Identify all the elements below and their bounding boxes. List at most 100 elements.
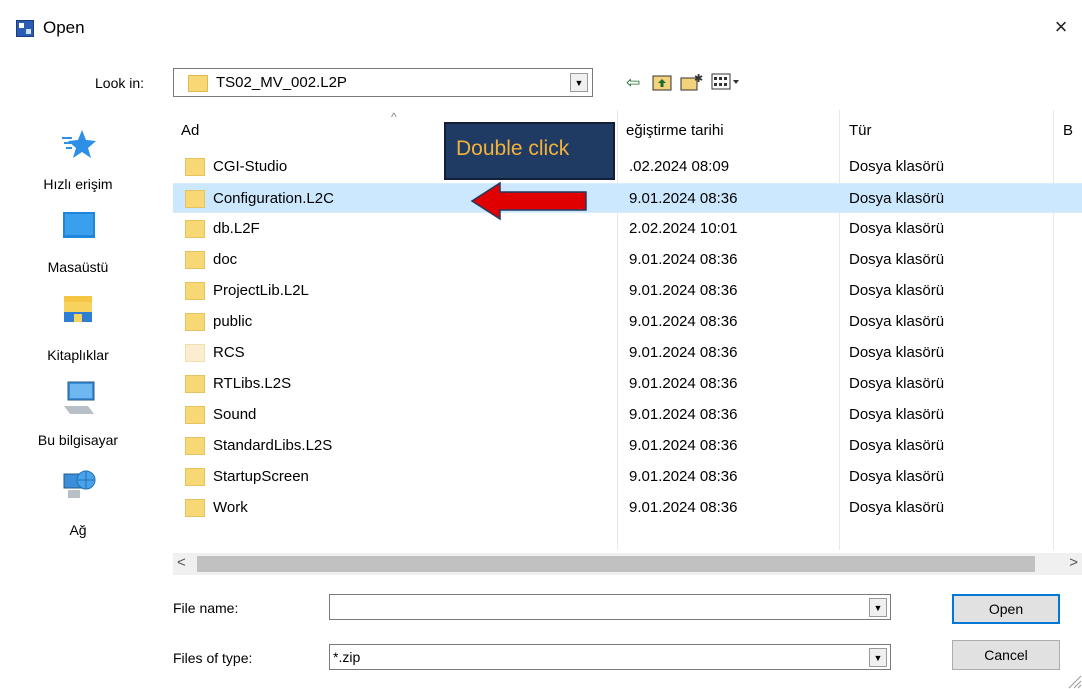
file-date: 9.01.2024 08:36 [629, 406, 738, 423]
file-name: Configuration.L2C [213, 190, 334, 207]
place-label: Ağ [69, 522, 87, 538]
place-quick-access[interactable]: Hızlı erişim [18, 128, 138, 200]
chevron-down-icon[interactable]: ▼ [869, 598, 887, 617]
folder-icon [185, 313, 205, 331]
file-type: Dosya klasörü [849, 437, 945, 454]
close-button[interactable]: × [1046, 12, 1076, 42]
file-list[interactable]: ^ Ad eğiştirme tarihi Tür B CGI-Studio .… [173, 110, 1082, 550]
back-button[interactable]: ⇦ [626, 72, 640, 94]
file-row[interactable]: CGI-Studio .02.2024 08:09 Dosya klasörü [173, 152, 1082, 182]
place-label: Kitaplıklar [47, 347, 109, 363]
lookin-combobox[interactable]: TS02_MV_002.L2P ▼ [173, 68, 593, 97]
file-date: .02.2024 08:09 [629, 158, 730, 175]
file-row[interactable]: Sound 9.01.2024 08:36 Dosya klasörü [173, 400, 1082, 430]
lookin-label: Look in: [95, 75, 145, 91]
libraries-icon [64, 296, 92, 322]
column-header-type[interactable]: Tür [849, 122, 872, 139]
place-label: Hızlı erişim [43, 176, 113, 192]
network-icon [63, 470, 96, 498]
folder-icon [185, 437, 205, 455]
folder-icon [185, 220, 205, 238]
up-folder-icon [652, 75, 672, 91]
file-name: RCS [213, 344, 245, 361]
file-type: Dosya klasörü [849, 406, 945, 423]
file-type: Dosya klasörü [849, 158, 945, 175]
file-name: Work [213, 499, 248, 516]
annotation-callout: Double click [444, 122, 615, 180]
scrollbar-thumb[interactable] [197, 556, 1035, 572]
new-folder-button[interactable]: ✱ [680, 72, 704, 94]
file-row[interactable]: RTLibs.L2S 9.01.2024 08:36 Dosya klasörü [173, 369, 1082, 399]
file-name: StartupScreen [213, 468, 309, 485]
filetype-label: Files of type: [173, 650, 253, 666]
file-date: 9.01.2024 08:36 [629, 282, 738, 299]
column-header-size[interactable]: B [1063, 122, 1073, 139]
column-header-date[interactable]: eğiştirme tarihi [626, 122, 724, 139]
file-type: Dosya klasörü [849, 468, 945, 485]
folder-icon [185, 406, 205, 424]
lookin-value: TS02_MV_002.L2P [216, 74, 347, 91]
file-row[interactable]: db.L2F 2.02.2024 10:01 Dosya klasörü [173, 214, 1082, 244]
file-row[interactable]: RCS 9.01.2024 08:36 Dosya klasörü [173, 338, 1082, 368]
column-header-name[interactable]: Ad [181, 122, 199, 139]
title-bar: Open × [0, 0, 1082, 58]
folder-icon [185, 282, 205, 300]
cancel-button[interactable]: Cancel [952, 640, 1060, 670]
file-date: 9.01.2024 08:36 [629, 313, 738, 330]
file-date: 2.02.2024 10:01 [629, 220, 738, 237]
view-menu-button[interactable] [711, 73, 741, 95]
file-date: 9.01.2024 08:36 [629, 468, 738, 485]
file-type: Dosya klasörü [849, 344, 945, 361]
file-row[interactable]: ProjectLib.L2L 9.01.2024 08:36 Dosya kla… [173, 276, 1082, 306]
file-date: 9.01.2024 08:36 [629, 499, 738, 516]
sort-ascending-icon: ^ [391, 110, 397, 124]
folder-icon [185, 344, 205, 362]
horizontal-scrollbar[interactable]: < > [173, 553, 1082, 575]
file-name: CGI-Studio [213, 158, 288, 175]
filetype-combobox[interactable]: *.zip ▼ [329, 644, 891, 670]
file-date: 9.01.2024 08:36 [629, 344, 738, 361]
star-icon [62, 130, 96, 158]
file-type: Dosya klasörü [849, 220, 945, 237]
file-name: ProjectLib.L2L [213, 282, 309, 299]
file-type: Dosya klasörü [849, 282, 945, 299]
file-type: Dosya klasörü [849, 190, 945, 207]
file-name: doc [213, 251, 238, 268]
app-icon [16, 20, 34, 37]
file-row[interactable]: StartupScreen 9.01.2024 08:36 Dosya klas… [173, 462, 1082, 492]
file-row-selected[interactable]: Configuration.L2C 9.01.2024 08:36 Dosya … [173, 183, 1082, 213]
file-name: RTLibs.L2S [213, 375, 292, 392]
filename-combobox[interactable]: ▼ [329, 594, 891, 620]
desktop-icon [63, 212, 95, 238]
file-name: StandardLibs.L2S [213, 437, 333, 454]
places-bar: Hızlı erişim Masaüstü Kitaplıklar Bu bil… [18, 110, 138, 570]
folder-icon [185, 375, 205, 393]
scroll-right-icon[interactable]: > [1069, 554, 1078, 571]
chevron-down-icon[interactable]: ▼ [570, 73, 588, 92]
chevron-down-icon[interactable]: ▼ [869, 648, 887, 667]
folder-icon [185, 158, 205, 176]
file-name: public [213, 313, 253, 330]
filetype-value: *.zip [333, 649, 361, 665]
place-this-pc[interactable]: Bu bilgisayar [18, 380, 138, 458]
scroll-left-icon[interactable]: < [177, 554, 186, 571]
resize-grip-icon[interactable] [1068, 675, 1082, 689]
file-type: Dosya klasörü [849, 499, 945, 516]
annotation-text: Double click [456, 137, 570, 160]
file-date: 9.01.2024 08:36 [629, 251, 738, 268]
file-type: Dosya klasörü [849, 251, 945, 268]
folder-icon [188, 75, 208, 92]
folder-icon [185, 190, 205, 208]
place-desktop[interactable]: Masaüstü [18, 210, 138, 282]
file-row[interactable]: StandardLibs.L2S 9.01.2024 08:36 Dosya k… [173, 431, 1082, 461]
file-row[interactable]: Work 9.01.2024 08:36 Dosya klasörü [173, 493, 1082, 523]
place-network[interactable]: Ağ [18, 466, 138, 544]
file-row[interactable]: public 9.01.2024 08:36 Dosya klasörü [173, 307, 1082, 337]
place-libraries[interactable]: Kitaplıklar [18, 292, 138, 370]
file-row[interactable]: doc 9.01.2024 08:36 Dosya klasörü [173, 245, 1082, 275]
open-button[interactable]: Open [952, 594, 1060, 624]
computer-icon [64, 381, 95, 414]
file-name: db.L2F [213, 220, 260, 237]
window-title: Open [43, 18, 85, 37]
up-folder-button[interactable] [652, 73, 672, 95]
